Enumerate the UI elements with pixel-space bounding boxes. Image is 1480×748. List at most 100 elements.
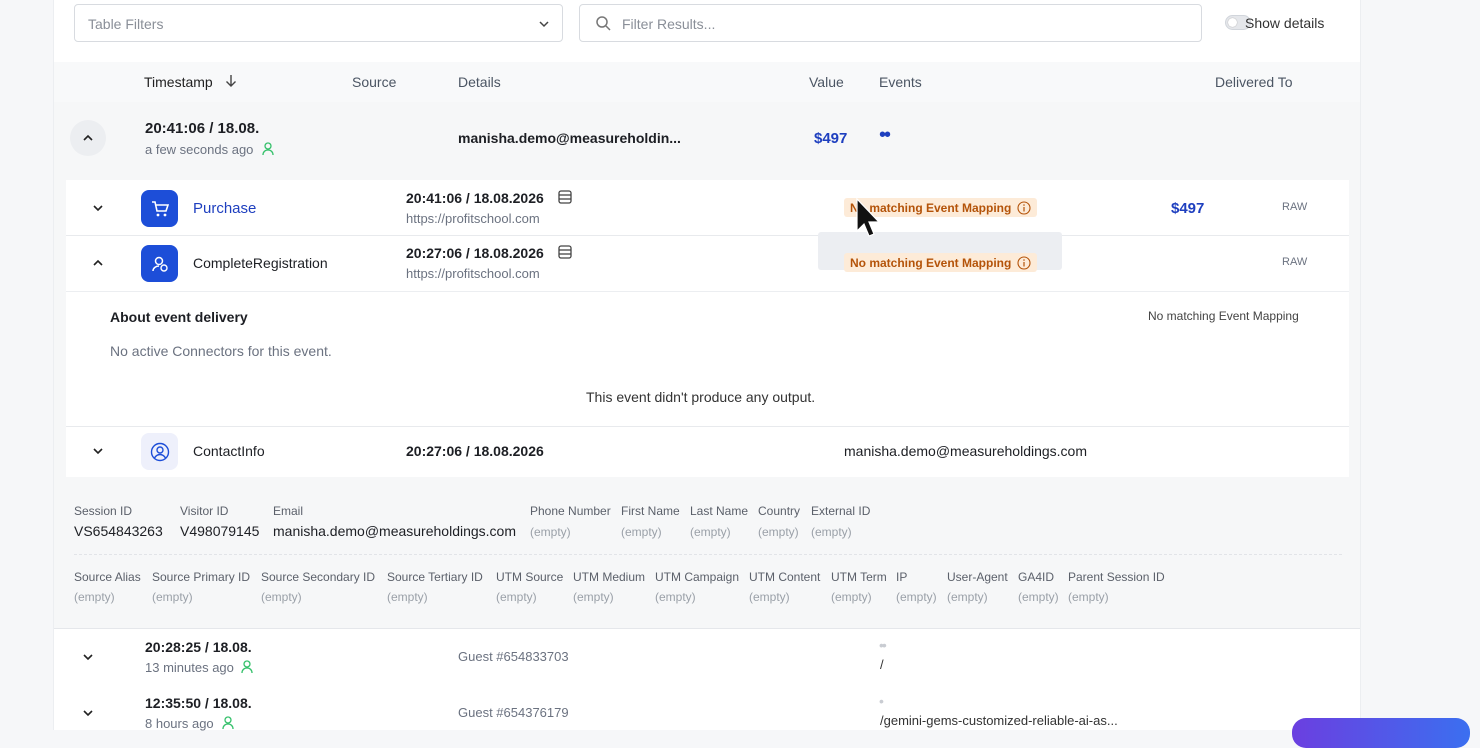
session-details: Guest #654833703	[458, 649, 569, 664]
timestamp-header[interactable]: Timestamp	[144, 74, 213, 90]
event-time: 20:27:06 / 18.08.2026	[406, 245, 544, 261]
field-value: (empty)	[1018, 590, 1059, 604]
delivered-to-header: Delivered To	[1215, 74, 1293, 90]
chevron-down-icon[interactable]	[78, 703, 98, 723]
database-icon[interactable]	[558, 245, 572, 264]
field-value: (empty)	[261, 590, 302, 604]
mouse-cursor-icon	[856, 197, 881, 243]
sort-arrow-down-icon[interactable]	[225, 74, 237, 93]
table-filters-select[interactable]: Table Filters	[74, 4, 563, 42]
field-label: Source Primary ID	[152, 570, 251, 584]
delivery-mapping-status: No matching Event Mapping	[1148, 309, 1299, 323]
mapping-badge[interactable]: No matching Event Mapping	[844, 253, 1038, 272]
field-label: UTM Campaign	[655, 570, 740, 584]
session-relative-time: 13 minutes ago	[145, 660, 234, 675]
session-time: 12:35:50 / 18.08.	[145, 695, 252, 711]
info-icon	[1017, 255, 1031, 270]
field-label: GA4ID	[1018, 570, 1055, 584]
filter-results-placeholder: Filter Results...	[622, 16, 716, 32]
table-header: Timestamp Source Details Value Events De…	[54, 62, 1360, 102]
user-online-icon	[262, 142, 274, 161]
event-card-contact-info[interactable]: ContactInfo 20:27:06 / 18.08.2026 manish…	[66, 427, 1349, 477]
user-circle-icon	[141, 433, 178, 470]
field-label: Source Secondary ID	[261, 570, 376, 584]
field-value: (empty)	[749, 590, 790, 604]
field-label: UTM Content	[749, 570, 821, 584]
chevron-down-icon[interactable]	[88, 441, 108, 461]
field-label: Parent Session ID	[1068, 570, 1165, 584]
collapse-button[interactable]	[70, 120, 106, 156]
event-name: CompleteRegistration	[193, 255, 328, 271]
filter-results-input[interactable]: Filter Results...	[579, 4, 1202, 42]
chevron-down-icon[interactable]	[88, 198, 108, 218]
session-relative-time: a few seconds ago	[145, 142, 254, 157]
events-dots: ••	[879, 637, 887, 653]
field-value: (empty)	[74, 590, 115, 604]
field-label: Phone Number	[530, 504, 611, 518]
field-value: (empty)	[530, 525, 571, 539]
field-value: manisha.demo@measureholdings.com	[273, 523, 516, 539]
chevron-down-icon[interactable]	[78, 647, 98, 667]
event-url: https://profitschool.com	[406, 266, 540, 281]
field-value: (empty)	[758, 525, 799, 539]
event-name: Purchase	[193, 200, 257, 217]
event-time: 20:41:06 / 18.08.2026	[406, 190, 544, 206]
session-row[interactable]: 20:28:25 / 18.08. 13 minutes ago Guest #…	[54, 629, 1360, 685]
cart-icon	[141, 190, 178, 227]
events-dots: •	[879, 693, 884, 709]
session-path: /gemini-gems-customized-reliable-ai-as..…	[880, 713, 1118, 728]
events-header: Events	[879, 74, 922, 90]
field-value: (empty)	[496, 590, 537, 604]
field-label: Session ID	[74, 504, 133, 518]
session-value: $497	[814, 130, 848, 147]
contact-email: manisha.demo@measureholdings.com	[844, 443, 1087, 459]
divider	[66, 291, 1349, 292]
info-icon	[1017, 200, 1031, 215]
field-label: UTM Medium	[573, 570, 646, 584]
session-details: Guest #654376179	[458, 705, 569, 720]
user-online-icon	[241, 660, 253, 679]
session-time: 20:41:06 / 18.08.	[145, 120, 260, 137]
chevron-up-icon[interactable]	[88, 253, 108, 273]
session-details: manisha.demo@measureholdin...	[458, 130, 681, 146]
field-value: (empty)	[831, 590, 872, 604]
field-label: IP	[896, 570, 908, 584]
field-value: (empty)	[947, 590, 988, 604]
field-label: Email	[273, 504, 304, 518]
field-value: VS654843263	[74, 523, 163, 539]
field-label: User-Agent	[947, 570, 1008, 584]
delivered-raw: RAW	[1282, 201, 1308, 213]
field-value: (empty)	[621, 525, 662, 539]
session-row[interactable]: 20:41:06 / 18.08. a few seconds ago mani…	[54, 102, 1360, 178]
field-value: (empty)	[387, 590, 428, 604]
user-add-icon	[141, 245, 178, 282]
field-label: Source Alias	[74, 570, 141, 584]
field-label: Country	[758, 504, 801, 518]
event-card-purchase[interactable]: Purchase 20:41:06 / 18.08.2026 https://p…	[66, 180, 1349, 235]
field-label: First Name	[621, 504, 680, 518]
field-label: External ID	[811, 504, 871, 518]
no-output-text: This event didn't produce any output.	[586, 389, 816, 405]
field-label: Visitor ID	[180, 504, 229, 518]
delivered-raw: RAW	[1282, 256, 1308, 268]
no-connectors-text: No active Connectors for this event.	[110, 343, 332, 359]
field-value: (empty)	[690, 525, 731, 539]
field-value: (empty)	[896, 590, 937, 604]
database-icon[interactable]	[558, 190, 572, 209]
details-header: Details	[458, 74, 501, 90]
event-card-complete-registration[interactable]: CompleteRegistration 20:27:06 / 18.08.20…	[66, 232, 1349, 426]
delivery-title: About event delivery	[110, 309, 248, 325]
session-path: /	[880, 657, 884, 672]
field-value: (empty)	[573, 590, 614, 604]
field-label: UTM Term	[831, 570, 887, 584]
event-value: $497	[1171, 200, 1205, 217]
chevron-down-icon	[538, 17, 550, 35]
event-url: https://profitschool.com	[406, 211, 540, 226]
source-header: Source	[352, 74, 397, 90]
session-row[interactable]: 12:35:50 / 18.08. 8 hours ago Guest #654…	[54, 685, 1360, 731]
field-label: UTM Source	[496, 570, 564, 584]
user-online-icon	[222, 716, 234, 735]
event-name: ContactInfo	[193, 443, 265, 459]
session-relative-time: 8 hours ago	[145, 716, 214, 731]
floating-action-button[interactable]	[1292, 718, 1470, 748]
